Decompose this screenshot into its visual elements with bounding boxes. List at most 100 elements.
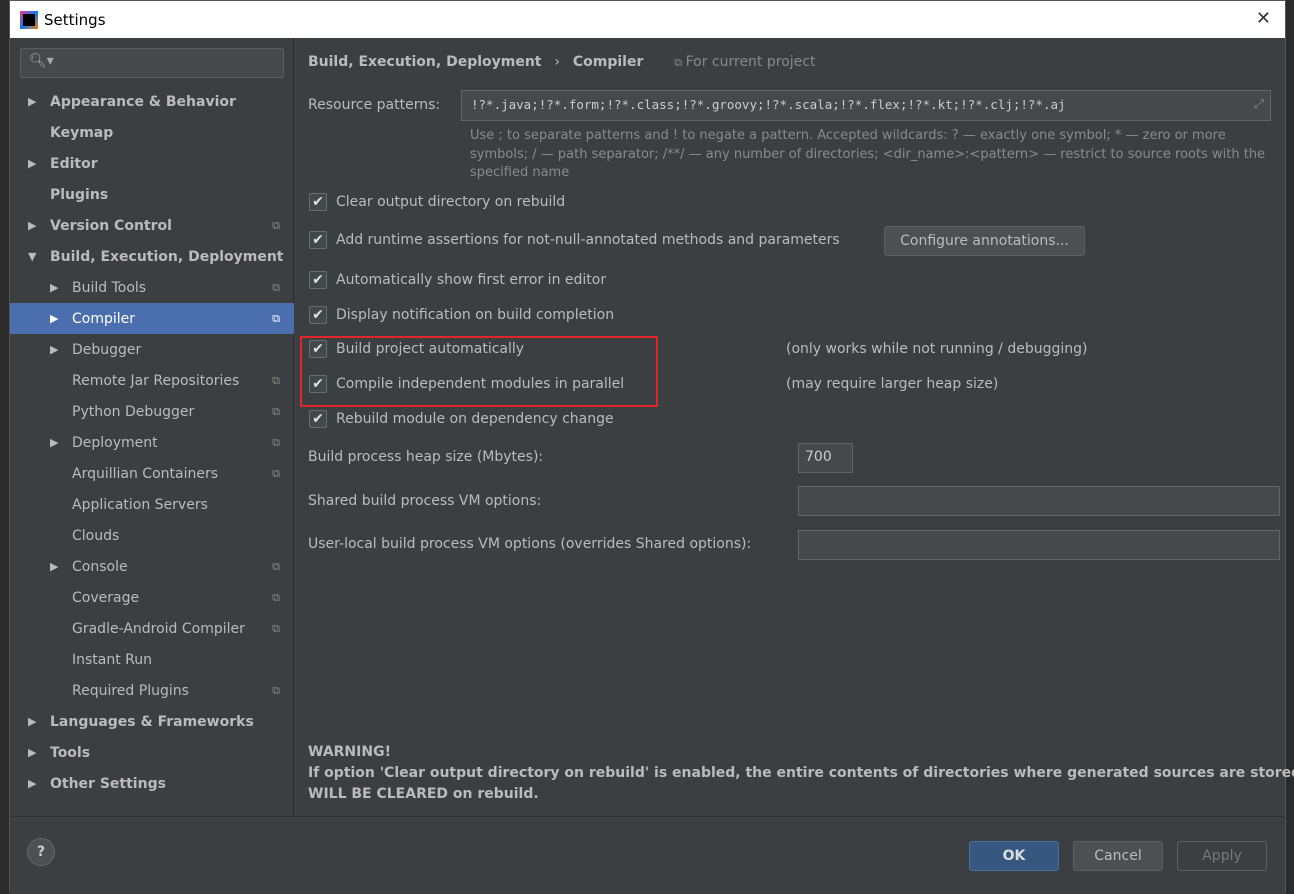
option-label: Add runtime assertions for not-null-anno…	[336, 232, 840, 248]
expand-arrow-icon[interactable]: ▶	[28, 746, 40, 759]
breadcrumb-parent[interactable]: Build, Execution, Deployment	[308, 54, 542, 70]
expand-arrow-icon[interactable]: ▶	[50, 436, 62, 449]
sidebar-item[interactable]: Remote Jar Repositories ⧉	[10, 365, 294, 396]
project-scope-icon: ⧉	[272, 559, 280, 573]
option-checkbox[interactable]: ✔ Display notification on build completio…	[309, 306, 614, 324]
expand-arrow-icon[interactable]: ▶	[28, 777, 40, 790]
option-checkbox[interactable]: ✔ Add runtime assertions for not-null-ann…	[309, 231, 840, 249]
option-checkbox[interactable]: ✔ Automatically show first error in edito…	[309, 271, 606, 289]
sidebar-item[interactable]: Keymap	[10, 117, 294, 148]
sidebar-item[interactable]: ▶ Appearance & Behavior	[10, 86, 294, 117]
sidebar-item-label: Plugins	[50, 186, 109, 203]
option-label: Automatically show first error in editor	[336, 272, 607, 288]
heap-size-input[interactable]: 700	[798, 443, 853, 473]
checkbox[interactable]: ✔	[309, 306, 327, 324]
expand-arrow-icon[interactable]: ▶	[50, 312, 62, 325]
sidebar-item[interactable]: ▶ Editor	[10, 148, 294, 179]
sidebar-item[interactable]: Clouds	[10, 520, 294, 551]
configure-annotations-button[interactable]: Configure annotations...	[884, 226, 1085, 256]
project-scope-icon: ⧉	[272, 590, 280, 604]
warning-line2: WILL BE CLEARED on rebuild.	[308, 786, 539, 802]
dialog-footer: ? OK Cancel Apply	[10, 816, 1285, 894]
sidebar-item[interactable]: ▶ Console ⧉	[10, 551, 294, 582]
sidebar-item[interactable]: ▶ Build Tools ⧉	[10, 272, 294, 303]
sidebar-item-label: Tools	[50, 744, 91, 761]
copy-icon: ⧉	[674, 56, 686, 69]
expand-arrow-icon[interactable]: ▶	[28, 95, 40, 108]
sidebar-item-label: Build Tools	[72, 279, 147, 296]
sidebar-item[interactable]: Plugins	[10, 179, 294, 210]
sidebar-item[interactable]: Python Debugger ⧉	[10, 396, 294, 427]
close-icon[interactable]: ✕	[1256, 8, 1271, 29]
expand-arrow-icon[interactable]: ▶	[50, 343, 62, 356]
warning-title: WARNING!	[308, 744, 391, 760]
ok-button[interactable]: OK	[969, 841, 1059, 871]
checkbox[interactable]: ✔	[309, 193, 327, 211]
sidebar-item[interactable]: Required Plugins ⧉	[10, 675, 294, 706]
option-note: (may require larger heap size)	[786, 376, 999, 392]
cancel-button[interactable]: Cancel	[1073, 841, 1163, 871]
sidebar-item[interactable]: ▶ Debugger	[10, 334, 294, 365]
project-scope-icon: ⧉	[272, 373, 280, 387]
checkbox[interactable]: ✔	[309, 231, 327, 249]
sidebar-item[interactable]: Coverage ⧉	[10, 582, 294, 613]
local-vm-label: User-local build process VM options (ove…	[308, 536, 752, 552]
project-scope-icon: ⧉	[272, 404, 280, 418]
sidebar-item-label: Required Plugins	[72, 682, 189, 699]
sidebar-item[interactable]: ▶ Other Settings	[10, 768, 294, 799]
sidebar-item-label: Editor	[50, 155, 98, 172]
option-note: (only works while not running / debuggin…	[786, 341, 1088, 357]
checkbox[interactable]: ✔	[309, 271, 327, 289]
sidebar-item-label: Compiler	[72, 310, 136, 327]
local-vm-input[interactable]	[798, 530, 1280, 560]
expand-arrow-icon[interactable]: ▶	[28, 219, 40, 232]
project-scope-icon: ⧉	[272, 683, 280, 697]
sidebar-item-label: Clouds	[72, 527, 120, 544]
checkbox[interactable]: ✔	[309, 410, 327, 428]
breadcrumb-separator: ›	[554, 54, 560, 70]
sidebar-item[interactable]: Instant Run	[10, 644, 294, 675]
expand-arrow-icon[interactable]: ▶	[28, 715, 40, 728]
sidebar-item-label: Other Settings	[50, 775, 166, 792]
sidebar-item[interactable]: ▶ Version Control ⧉	[10, 210, 294, 241]
sidebar-item[interactable]: Gradle-Android Compiler ⧉	[10, 613, 294, 644]
sidebar-item-label: Debugger	[72, 341, 142, 358]
expand-icon[interactable]: ⤢	[1254, 96, 1264, 112]
option-checkbox[interactable]: ✔ Clear output directory on rebuild	[309, 193, 565, 211]
option-label: Display notification on build completion	[336, 307, 615, 323]
expand-arrow-icon[interactable]: ▶	[28, 157, 40, 170]
project-scope-icon: ⧉	[272, 466, 280, 480]
resource-patterns-input[interactable]: !?*.java;!?*.form;!?*.class;!?*.groovy;!…	[461, 90, 1271, 121]
shared-vm-label: Shared build process VM options:	[308, 493, 542, 509]
sidebar-item[interactable]: ▶ Languages & Frameworks	[10, 706, 294, 737]
highlight-box	[300, 336, 658, 407]
search-input[interactable]: 🔍︎▾	[20, 48, 284, 78]
intellij-logo-icon	[20, 10, 38, 29]
sidebar-item[interactable]: ▶ Tools	[10, 737, 294, 768]
title-bar: Settings ✕	[10, 1, 1285, 38]
option-label: Clear output directory on rebuild	[336, 194, 566, 210]
sidebar: 🔍︎▾ ▶ Appearance & Behavior Keymap ▶ Editor P…	[10, 38, 294, 816]
expand-arrow-icon[interactable]: ▼	[28, 250, 40, 263]
project-scope-icon: ⧉	[272, 435, 280, 449]
settings-dialog: Settings ✕ 🔍︎▾ ▶ Appearance & Behavior Key…	[9, 0, 1294, 894]
sidebar-item[interactable]: Arquillian Containers ⧉	[10, 458, 294, 489]
sidebar-item[interactable]: ▶ Deployment ⧉	[10, 427, 294, 458]
option-checkbox[interactable]: ✔ Rebuild module on dependency change	[309, 410, 614, 428]
help-button[interactable]: ?	[27, 838, 55, 866]
apply-button[interactable]: Apply	[1177, 841, 1267, 871]
sidebar-item[interactable]: Application Servers	[10, 489, 294, 520]
sidebar-item[interactable]: ▼ Build, Execution, Deployment	[10, 241, 294, 272]
expand-arrow-icon[interactable]: ▶	[50, 281, 62, 294]
shared-vm-input[interactable]	[798, 486, 1280, 516]
warning-line1: If option 'Clear output directory on reb…	[308, 765, 1294, 781]
search-icon: 🔍︎▾	[29, 53, 54, 69]
sidebar-item-label: Python Debugger	[72, 403, 195, 420]
warning: WARNING! If option 'Clear output directo…	[308, 742, 1294, 805]
project-scope-icon: ⧉	[272, 621, 280, 635]
expand-arrow-icon[interactable]: ▶	[50, 560, 62, 573]
sidebar-item[interactable]: ▶ Compiler ⧉	[10, 303, 294, 334]
breadcrumb-current: Compiler	[572, 54, 644, 70]
window-title: Settings	[44, 10, 106, 29]
sidebar-item-label: Arquillian Containers	[72, 465, 219, 482]
